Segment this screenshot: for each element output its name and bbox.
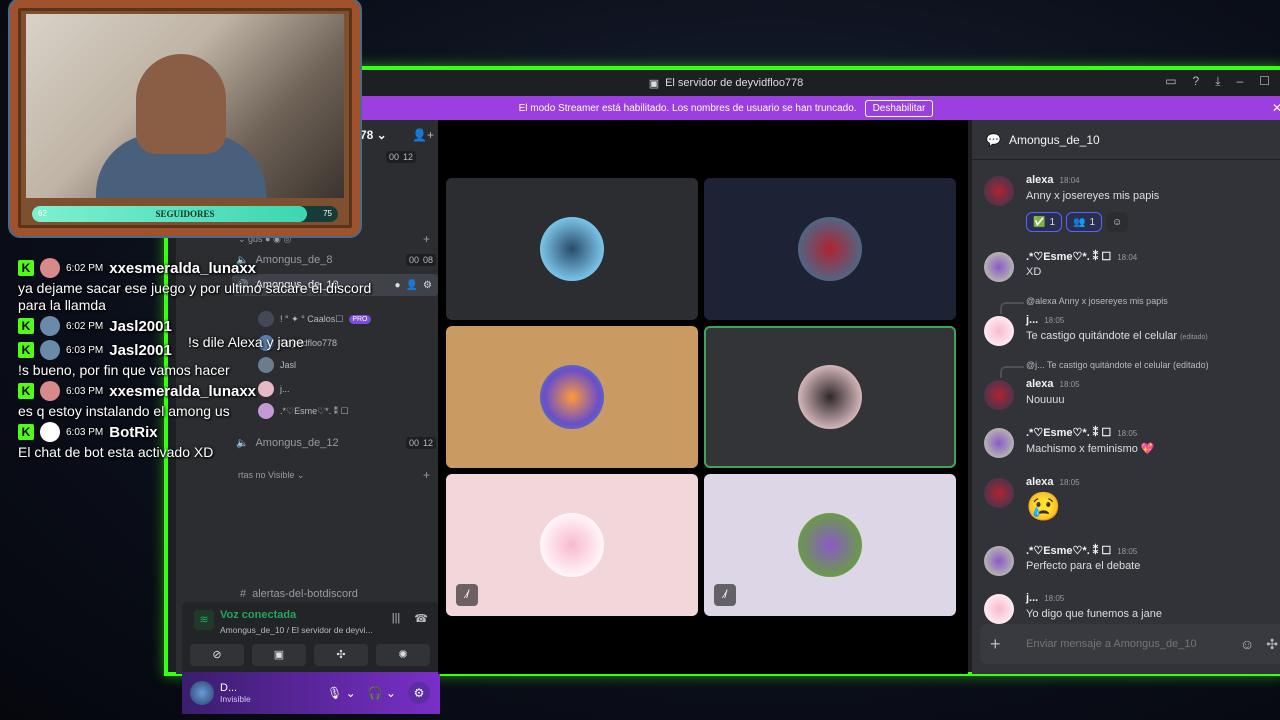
top-count: 00 12 xyxy=(386,146,432,168)
chat-header: 💬 Amongus_de_10 xyxy=(972,120,1280,160)
disconnect-icon[interactable]: ☎ xyxy=(414,612,428,625)
user-panel: D... Invisible 🎙 ⌄ 🎧 ⌄ ⚙ xyxy=(182,672,440,714)
inbox-icon[interactable]: ▭ xyxy=(1165,74,1176,89)
user-status: Invisible xyxy=(220,694,251,704)
voice-location[interactable]: Amongus_de_10 / El servidor de deyvi... xyxy=(220,625,373,635)
window-title: ▣ El servidor de deyvidfloo778 xyxy=(649,77,804,90)
avatar xyxy=(40,316,60,336)
kick-logo-icon: K xyxy=(18,260,34,276)
kick-logo-icon: K xyxy=(18,342,34,358)
minimize-button[interactable]: – xyxy=(1237,74,1244,89)
avatar xyxy=(40,340,60,360)
settings-gear-icon[interactable]: ⚙ xyxy=(408,682,430,704)
muted-icon: ⁄̸ xyxy=(456,584,478,606)
username: D... xyxy=(220,682,238,694)
avatar xyxy=(798,365,862,429)
user-info[interactable]: D... Invisible xyxy=(220,682,251,704)
text-channel[interactable]: # alertas-del-botdiscord xyxy=(240,588,358,600)
camera-button[interactable]: ⊘ xyxy=(190,644,244,666)
close-icon[interactable]: ✕ xyxy=(1272,101,1280,115)
streamer-head xyxy=(136,54,226,154)
avatar xyxy=(40,258,60,278)
message-composer: + ☺ ✣ xyxy=(980,624,1280,664)
apps-icon[interactable]: ✣ xyxy=(1266,636,1278,653)
add-reaction-icon[interactable]: ☺ xyxy=(1106,212,1129,232)
bot-avatar xyxy=(40,422,60,442)
participant-tile-speaking[interactable] xyxy=(704,326,956,468)
muted-icon: ⁄̸ xyxy=(714,584,736,606)
avatar xyxy=(40,381,60,401)
noise-suppression-icon[interactable]: ||| xyxy=(392,612,401,625)
participant-tile[interactable] xyxy=(704,178,956,320)
screen-share-button[interactable]: ▣ xyxy=(252,644,306,666)
activities-button[interactable]: ✣ xyxy=(314,644,368,666)
maximize-button[interactable]: ☐ xyxy=(1259,74,1270,89)
avatar xyxy=(540,513,604,577)
category-header[interactable]: rtas no Visible ⌄ xyxy=(238,470,304,481)
avatar xyxy=(540,217,604,281)
gear-icon[interactable]: ⚙ xyxy=(423,280,432,291)
microphone-icon[interactable]: 🎙 ⌄ xyxy=(327,686,356,700)
avatar[interactable] xyxy=(984,478,1014,508)
headphones-icon[interactable]: 🎧 ⌄ xyxy=(368,686,396,700)
kick-logo-icon: K xyxy=(18,424,34,440)
reaction[interactable]: ✅ 1 xyxy=(1026,212,1063,232)
voice-text-chat: 💬 Amongus_de_10 alexa 18:04 Anny x josere… xyxy=(972,120,1280,674)
kick-logo-icon: K xyxy=(18,383,34,399)
soundboard-button[interactable]: ✺ xyxy=(376,644,430,666)
chat-channel-name: Amongus_de_10 xyxy=(1008,132,1100,147)
avatar[interactable] xyxy=(984,546,1014,576)
participant-tile[interactable] xyxy=(446,178,698,320)
chat-icon[interactable]: ● xyxy=(395,280,401,291)
hash-icon: # xyxy=(240,588,247,600)
goal-max: 75 xyxy=(323,209,332,218)
kick-logo-icon: K xyxy=(18,318,34,334)
add-channel-icon[interactable]: + xyxy=(423,468,430,482)
banner-text: El modo Streamer está habilitado. Los no… xyxy=(518,102,857,114)
download-icon[interactable]: ⤓ xyxy=(1215,74,1220,89)
avatar[interactable] xyxy=(984,316,1014,346)
emoji-icon[interactable]: ☺ xyxy=(1240,636,1254,653)
avatar[interactable] xyxy=(984,252,1014,282)
avatar xyxy=(540,365,604,429)
voice-status[interactable]: Voz conectada xyxy=(220,609,296,621)
window-controls: ▭ ? ⤓ – ☐ xyxy=(1165,74,1270,89)
reply-preview[interactable]: @alexa Anny x josereyes mis papis xyxy=(1000,296,1168,314)
participant-tile[interactable]: ⁄̸ xyxy=(704,474,956,616)
kick-message: K 6:02 PM xxesmeralda_lunaxx ya dejame s… xyxy=(18,258,372,313)
webcam-video xyxy=(26,14,344,198)
window-title-text: El servidor de deyvidfloo778 xyxy=(665,77,804,89)
chat-bubble-icon: 💬 xyxy=(986,132,1001,147)
video-grid: ⁄̸ ⁄̸ xyxy=(438,120,968,674)
voice-connection-panel: ≋ Voz conectada Amongus_de_10 / El servi… xyxy=(182,602,440,672)
avatar[interactable] xyxy=(984,176,1014,206)
reply-preview[interactable]: @j... Te castigo quitándote el celular (… xyxy=(1000,360,1209,378)
avatar xyxy=(798,217,862,281)
avatar[interactable] xyxy=(984,380,1014,410)
message-input[interactable] xyxy=(1026,638,1226,650)
help-icon[interactable]: ? xyxy=(1193,74,1200,89)
add-user-icon[interactable]: 👤+ xyxy=(412,128,434,142)
kick-message: K 6:03 PM BotRix El chat de bot esta act… xyxy=(18,422,214,460)
attach-plus-icon[interactable]: + xyxy=(990,634,1012,655)
participant-tile[interactable] xyxy=(446,326,698,468)
kick-inline-message: !s dile Alexa y jane xyxy=(188,334,304,350)
avatar[interactable] xyxy=(984,428,1014,458)
signal-icon: ≋ xyxy=(194,610,214,630)
avatar[interactable] xyxy=(190,681,214,705)
webcam-overlay: 62 SEGUIDORES 75 xyxy=(10,0,360,236)
discord-icon: ▣ xyxy=(648,77,660,90)
kick-chat-overlay: K 6:02 PM xxesmeralda_lunaxx ya dejame s… xyxy=(18,256,378,461)
kick-message: K 6:03 PM xxesmeralda_lunaxx es q estoy … xyxy=(18,381,257,419)
reaction[interactable]: 👥 1 xyxy=(1066,212,1103,232)
avatar xyxy=(798,513,862,577)
invite-icon[interactable]: 👤 xyxy=(406,280,418,291)
participant-tile[interactable]: ⁄̸ xyxy=(446,474,698,616)
follower-goal-bar: 62 SEGUIDORES 75 xyxy=(32,206,338,222)
avatar[interactable] xyxy=(984,594,1014,624)
disable-streamer-button[interactable]: Deshabilitar xyxy=(864,99,934,117)
goal-label: SEGUIDORES xyxy=(155,209,215,219)
add-channel-icon[interactable]: + xyxy=(423,232,430,246)
